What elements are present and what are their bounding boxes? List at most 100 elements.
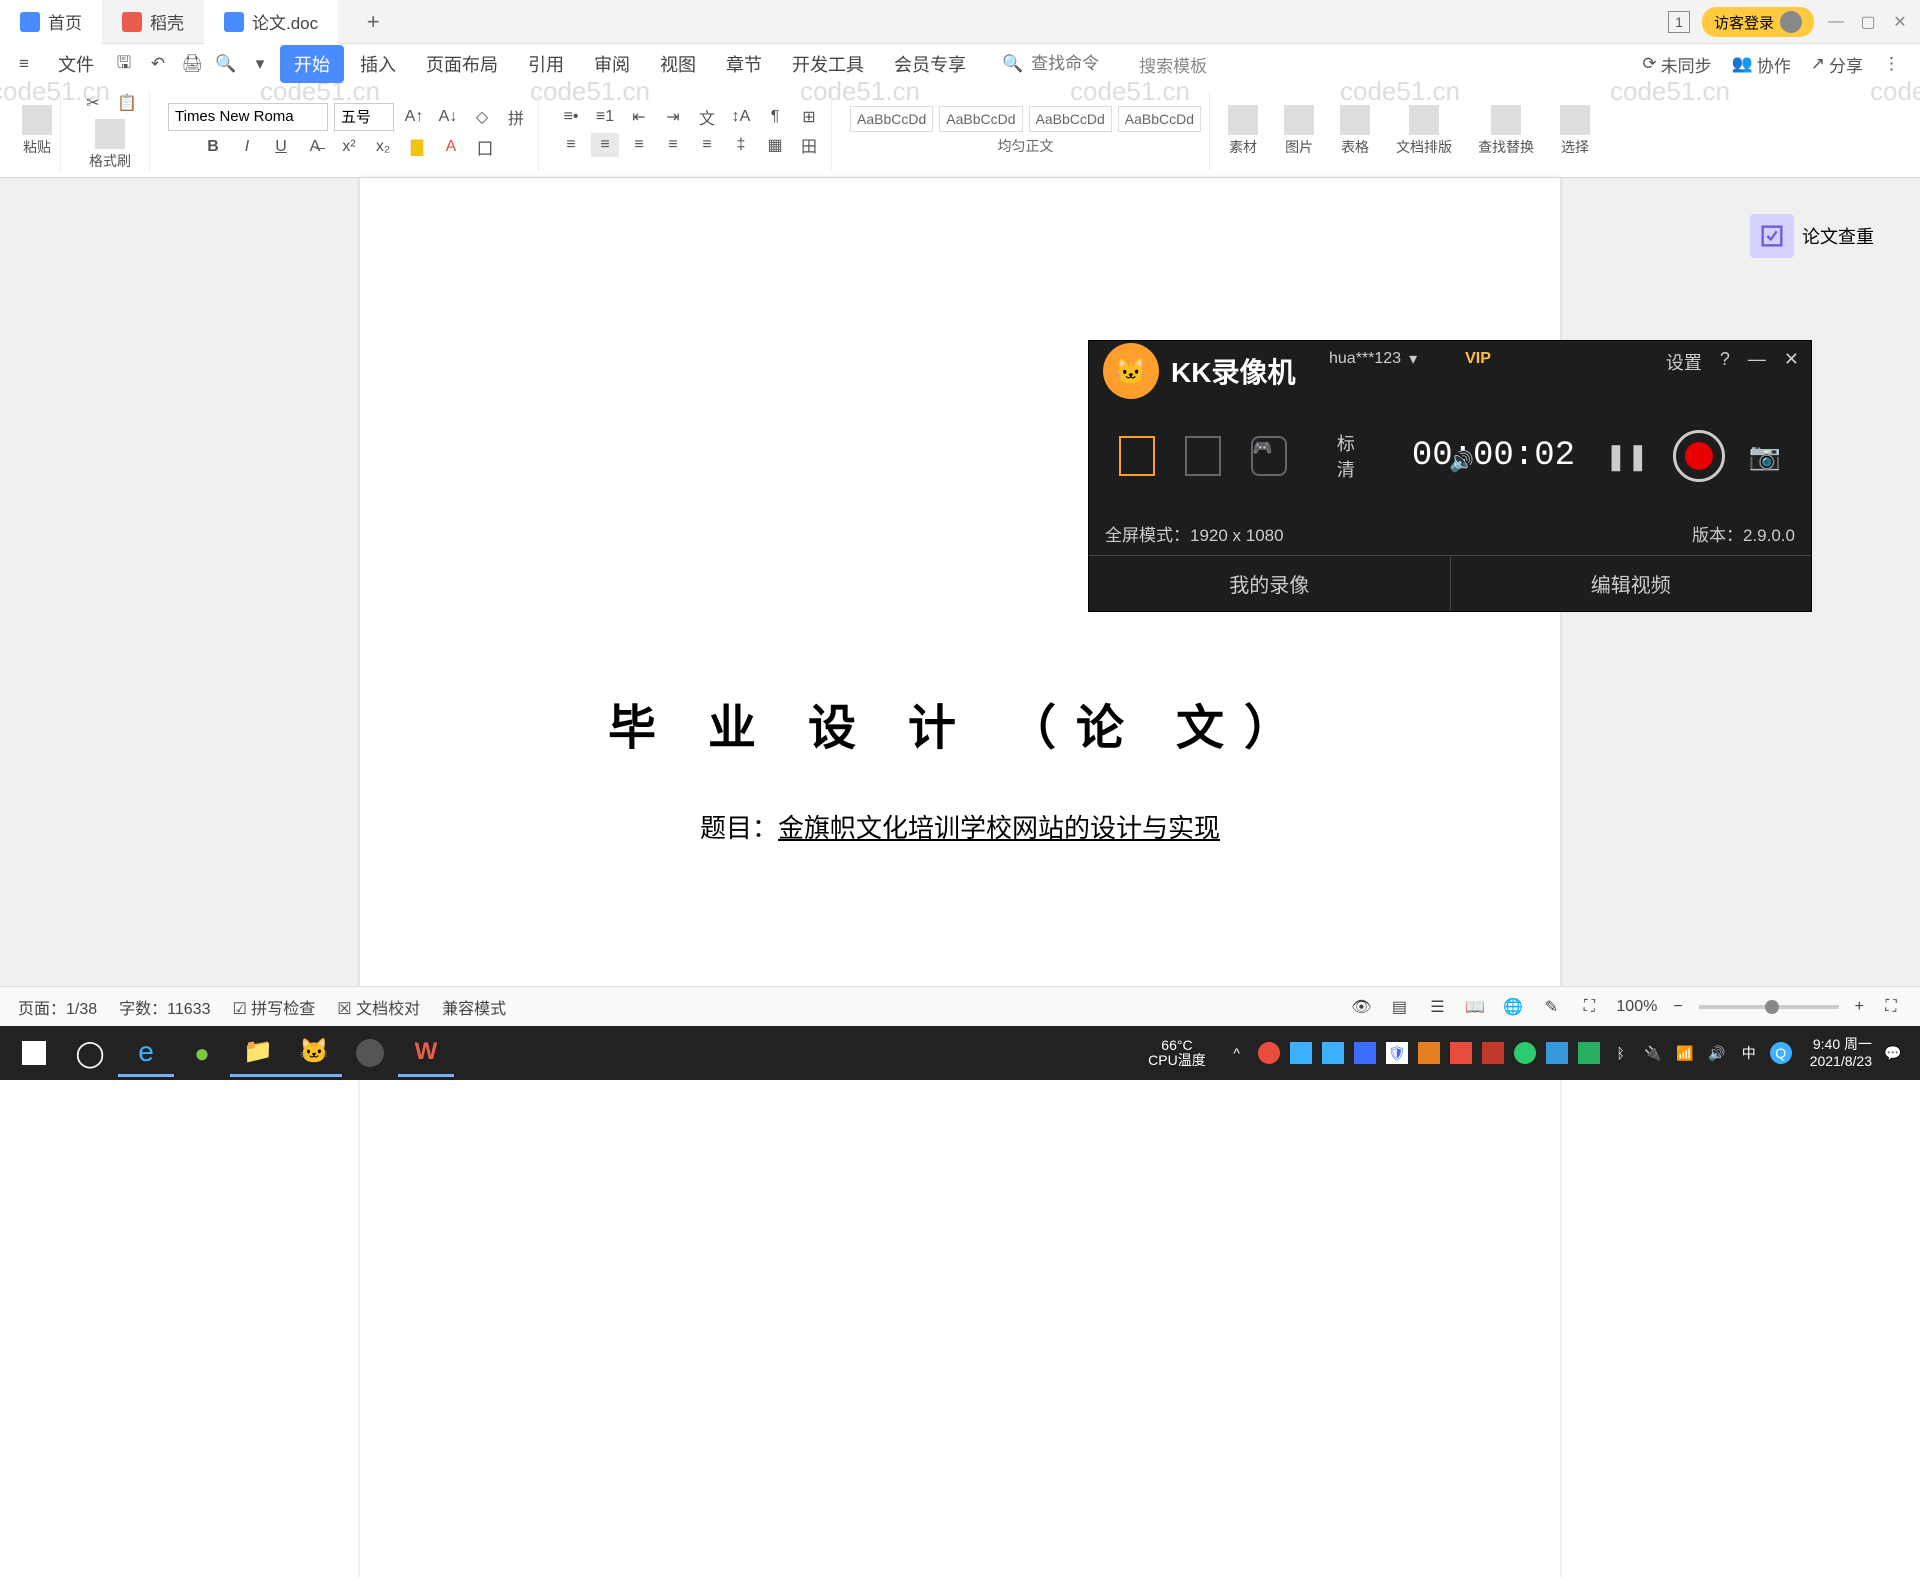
plagiarism-check-panel[interactable]: 论文查重 — [1744, 208, 1880, 264]
menu-start[interactable]: 开始 — [280, 45, 344, 83]
close-button[interactable]: ✕ — [1890, 12, 1910, 32]
tray-app6-icon[interactable] — [1482, 1042, 1504, 1064]
shading-icon[interactable]: ▦ — [761, 133, 789, 157]
fullscreen-icon[interactable]: ⛶ — [1880, 996, 1902, 1018]
phonetic-icon[interactable]: 拼 — [502, 105, 530, 129]
tray-battery-icon[interactable] — [1578, 1042, 1600, 1064]
zoom-in-button[interactable]: + — [1855, 998, 1864, 1016]
recorder-settings-button[interactable]: 设置 — [1666, 349, 1702, 375]
tray-security-icon[interactable] — [1258, 1042, 1280, 1064]
style-heading3[interactable]: AaBbCcDd — [1118, 106, 1201, 132]
tray-ime-icon[interactable]: 中 — [1738, 1042, 1760, 1064]
mode-fullscreen-button[interactable] — [1119, 436, 1155, 476]
align-justify-icon[interactable]: ≡ — [659, 133, 687, 157]
find-replace-button[interactable]: 查找替换 — [1478, 105, 1534, 157]
font-size-select[interactable]: 五号 — [334, 103, 394, 131]
recorder-help-icon[interactable]: ? — [1720, 349, 1730, 375]
underline-icon[interactable]: U — [267, 135, 295, 159]
style-heading1[interactable]: AaBbCcDd — [939, 106, 1022, 132]
align-distribute-icon[interactable]: ≡ — [693, 133, 721, 157]
proofread-toggle[interactable]: ☒ 文档校对 — [337, 995, 420, 1019]
recorder-close-icon[interactable]: ✕ — [1784, 349, 1799, 375]
taskbar-browser-icon[interactable]: ● — [174, 1029, 230, 1077]
taskbar-kkrecorder-icon[interactable]: 🐱 — [286, 1029, 342, 1077]
image-button[interactable]: 图片 — [1284, 105, 1314, 157]
font-color-icon[interactable]: A — [437, 135, 465, 159]
menu-chapter[interactable]: 章节 — [712, 45, 776, 83]
clear-format-icon[interactable]: ◇ — [468, 105, 496, 129]
word-count[interactable]: 字数：11633 — [119, 995, 210, 1019]
menu-vip[interactable]: 会员专享 — [880, 45, 980, 83]
sync-status[interactable]: ⟳ 未同步 — [1642, 52, 1711, 77]
superscript-icon[interactable]: x² — [335, 135, 363, 159]
paste-button[interactable]: 粘贴 — [22, 105, 52, 157]
user-dropdown-icon[interactable]: ▾ — [1409, 349, 1417, 369]
cortana-icon[interactable]: ◯ — [62, 1029, 118, 1077]
tab-document[interactable]: 论文.doc — [204, 0, 338, 44]
tray-shield-icon[interactable]: 🛡 — [1386, 1042, 1408, 1064]
material-button[interactable]: 素材 — [1228, 105, 1258, 157]
tab-home[interactable]: 首页 — [0, 0, 102, 44]
preview-icon[interactable]: 🔍 — [212, 50, 240, 78]
tray-volume-icon[interactable]: 🔊 — [1706, 1042, 1728, 1064]
menu-devtools[interactable]: 开发工具 — [778, 45, 878, 83]
new-tab-button[interactable]: + — [358, 7, 388, 37]
bold-icon[interactable]: B — [199, 135, 227, 159]
taskbar-music-icon[interactable] — [342, 1029, 398, 1077]
shrink-font-icon[interactable]: A↓ — [434, 105, 462, 129]
format-brush-button[interactable]: 格式刷 — [89, 119, 131, 171]
sort-icon[interactable]: ↕A — [727, 105, 755, 129]
tray-app4-icon[interactable] — [1418, 1042, 1440, 1064]
my-recordings-button[interactable]: 我的录像 — [1089, 556, 1451, 611]
border-icon[interactable]: 田 — [795, 133, 823, 157]
menu-more-icon[interactable]: ⋮ — [1883, 52, 1900, 77]
outline-view-icon[interactable]: ☰ — [1426, 996, 1448, 1018]
tray-wechat-icon[interactable] — [1514, 1042, 1536, 1064]
tray-wifi-icon[interactable]: 📶 — [1674, 1042, 1696, 1064]
web-view-icon[interactable]: 🌐 — [1502, 996, 1524, 1018]
taskbar-explorer-icon[interactable]: 📁 — [230, 1029, 286, 1077]
page-view-icon[interactable]: ▤ — [1388, 996, 1410, 1018]
edit-video-button[interactable]: 编辑视频 — [1451, 556, 1812, 611]
edit-icon[interactable]: ✎ — [1540, 996, 1562, 1018]
command-search-input[interactable] — [1031, 54, 1131, 74]
eye-mode-icon[interactable]: 👁 — [1350, 996, 1372, 1018]
menu-review[interactable]: 审阅 — [580, 45, 644, 83]
select-button[interactable]: 选择 — [1560, 105, 1590, 157]
start-button[interactable] — [6, 1029, 62, 1077]
font-family-select[interactable]: Times New Roma — [168, 103, 328, 131]
numbering-icon[interactable]: ≡1 — [591, 105, 619, 129]
tray-search-icon[interactable]: Q — [1770, 1042, 1792, 1064]
spellcheck-toggle[interactable]: ☑ 拼写检查 — [232, 995, 315, 1019]
read-view-icon[interactable]: 📖 — [1464, 996, 1486, 1018]
collab-button[interactable]: 👥 协作 — [1732, 52, 1791, 77]
strike-icon[interactable]: A̶ — [301, 135, 329, 159]
italic-icon[interactable]: I — [233, 135, 261, 159]
menu-file[interactable]: 文件 — [44, 45, 108, 83]
menu-reference[interactable]: 引用 — [514, 45, 578, 83]
tray-clock[interactable]: 9:40 周一2021/8/23 — [1810, 1036, 1872, 1070]
menu-insert[interactable]: 插入 — [346, 45, 410, 83]
tray-app1-icon[interactable] — [1290, 1042, 1312, 1064]
recorder-minimize-icon[interactable]: — — [1748, 349, 1766, 375]
fit-icon[interactable]: ⛶ — [1578, 996, 1600, 1018]
mode-game-button[interactable]: 🎮 — [1251, 436, 1287, 476]
share-button[interactable]: ↗ 分享 — [1811, 52, 1863, 77]
maximize-button[interactable]: ▢ — [1858, 12, 1878, 32]
login-button[interactable]: 访客登录 — [1702, 7, 1814, 37]
indent-inc-icon[interactable]: ⇥ — [659, 105, 687, 129]
save-icon[interactable]: 🖫 — [110, 50, 138, 78]
dropdown-icon[interactable]: ▾ — [246, 50, 274, 78]
highlight-icon[interactable]: ▇ — [403, 135, 431, 159]
record-stop-button[interactable] — [1673, 430, 1725, 482]
tray-bluetooth-icon[interactable]: ᛒ — [1610, 1042, 1632, 1064]
taskbar-ie-icon[interactable]: e — [118, 1029, 174, 1077]
show-marks-icon[interactable]: ¶ — [761, 105, 789, 129]
taskbar-wps-icon[interactable]: W — [398, 1029, 454, 1077]
tab-stops-icon[interactable]: ⊞ — [795, 105, 823, 129]
tray-power-icon[interactable]: 🔌 — [1642, 1042, 1664, 1064]
bullets-icon[interactable]: ≡• — [557, 105, 585, 129]
indent-dec-icon[interactable]: ⇤ — [625, 105, 653, 129]
kk-recorder-window[interactable]: 🐱 KK录像机 hua***123 ▾ VIP 设置 ? — ✕ 🎮 标清 00… — [1088, 340, 1812, 612]
screenshot-button[interactable]: 📷 — [1749, 441, 1781, 472]
